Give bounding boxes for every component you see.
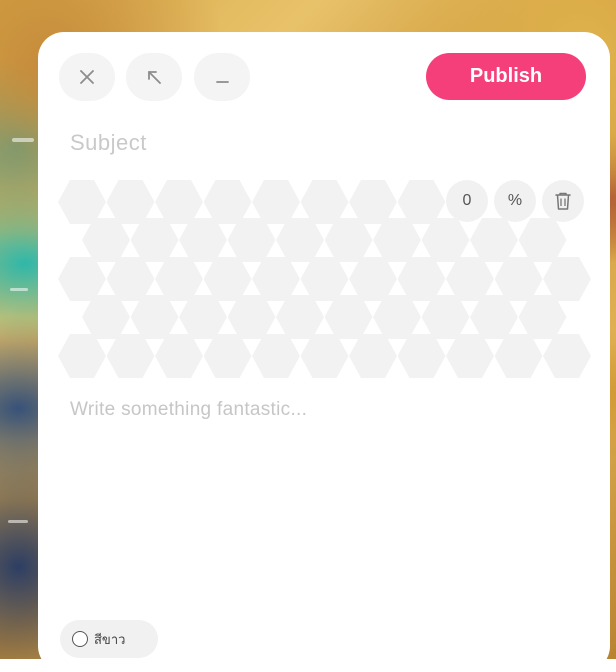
hexagon-cell[interactable] — [518, 218, 567, 262]
hexagon-cell[interactable] — [446, 257, 494, 301]
hexagon-cell[interactable] — [106, 334, 155, 378]
close-icon — [80, 70, 94, 84]
delete-button[interactable] — [542, 180, 584, 222]
wallpaper-detail — [10, 288, 28, 291]
expand-button[interactable] — [126, 53, 182, 101]
subject-input[interactable]: Subject — [70, 130, 147, 156]
close-button[interactable] — [59, 53, 115, 101]
hexagon-cell[interactable] — [397, 257, 446, 301]
wallpaper-detail — [8, 520, 28, 523]
theme-label: สีขาว — [94, 631, 126, 647]
hexagon-cell[interactable] — [543, 334, 591, 378]
hexagon-cell[interactable] — [203, 180, 252, 224]
hexagon-cell[interactable] — [421, 218, 470, 262]
arrow-up-left-icon — [148, 71, 161, 84]
publish-button[interactable]: Publish — [426, 53, 586, 100]
hexagon-cell[interactable] — [203, 257, 252, 301]
hexagon-cell[interactable] — [300, 180, 349, 224]
hexagon-cell[interactable] — [543, 257, 591, 301]
hexagon-cell[interactable] — [494, 257, 543, 301]
hexagon-cell[interactable] — [252, 334, 300, 378]
minimize-icon — [216, 81, 229, 83]
hexagon-cell[interactable] — [130, 218, 179, 262]
hexagon-cell[interactable] — [58, 180, 106, 224]
percent-unit: % — [494, 180, 536, 222]
hexagon-cell[interactable] — [470, 295, 518, 339]
wallpaper-detail — [12, 138, 34, 142]
hexagon-cell[interactable] — [349, 334, 397, 378]
hexagon-cell[interactable] — [324, 295, 373, 339]
hexagon-cell[interactable] — [252, 257, 300, 301]
hexagon-cell[interactable] — [397, 180, 446, 224]
minimize-button[interactable] — [194, 53, 250, 101]
hexagon-cell[interactable] — [397, 334, 446, 378]
body-input[interactable]: Write something fantastic... — [70, 399, 307, 421]
hexagon-cell[interactable] — [421, 295, 470, 339]
theme-toggle[interactable]: สีขาว — [60, 620, 158, 658]
hexagon-cell[interactable] — [203, 334, 252, 378]
hexagon-cell[interactable] — [227, 218, 276, 262]
hexagon-cell[interactable] — [155, 180, 203, 224]
hexagon-cell[interactable] — [349, 180, 397, 224]
hexagon-cell[interactable] — [252, 180, 300, 224]
hexagon-cell[interactable] — [179, 218, 227, 262]
hexagon-cell[interactable] — [300, 257, 349, 301]
hexagon-cell[interactable] — [82, 295, 130, 339]
percentage-value: 0 — [446, 180, 488, 222]
hexagon-cell[interactable] — [276, 295, 324, 339]
hexagon-cell[interactable] — [300, 334, 349, 378]
hexagon-cell[interactable] — [155, 257, 203, 301]
hexagon-cell[interactable] — [446, 334, 494, 378]
hexagon-cell[interactable] — [155, 334, 203, 378]
hexagon-cell[interactable] — [106, 257, 155, 301]
hexagon-cell[interactable] — [106, 180, 155, 224]
hexagon-cell[interactable] — [494, 334, 543, 378]
hexagon-cell[interactable] — [82, 218, 130, 262]
hexagon-cell[interactable] — [470, 218, 518, 262]
hexagon-cell[interactable] — [58, 334, 106, 378]
trash-icon — [555, 192, 571, 210]
hexagon-cell[interactable] — [130, 295, 179, 339]
hexagon-cell[interactable] — [518, 295, 567, 339]
hexagon-cell[interactable] — [349, 257, 397, 301]
hexagon-cell[interactable] — [373, 295, 421, 339]
hexagon-cell[interactable] — [58, 257, 106, 301]
hexagon-cell[interactable] — [179, 295, 227, 339]
hexagon-cell[interactable] — [324, 218, 373, 262]
hexagon-cell[interactable] — [276, 218, 324, 262]
hexagon-cell[interactable] — [373, 218, 421, 262]
radio-icon[interactable] — [72, 631, 88, 647]
hexagon-cell[interactable] — [227, 295, 276, 339]
